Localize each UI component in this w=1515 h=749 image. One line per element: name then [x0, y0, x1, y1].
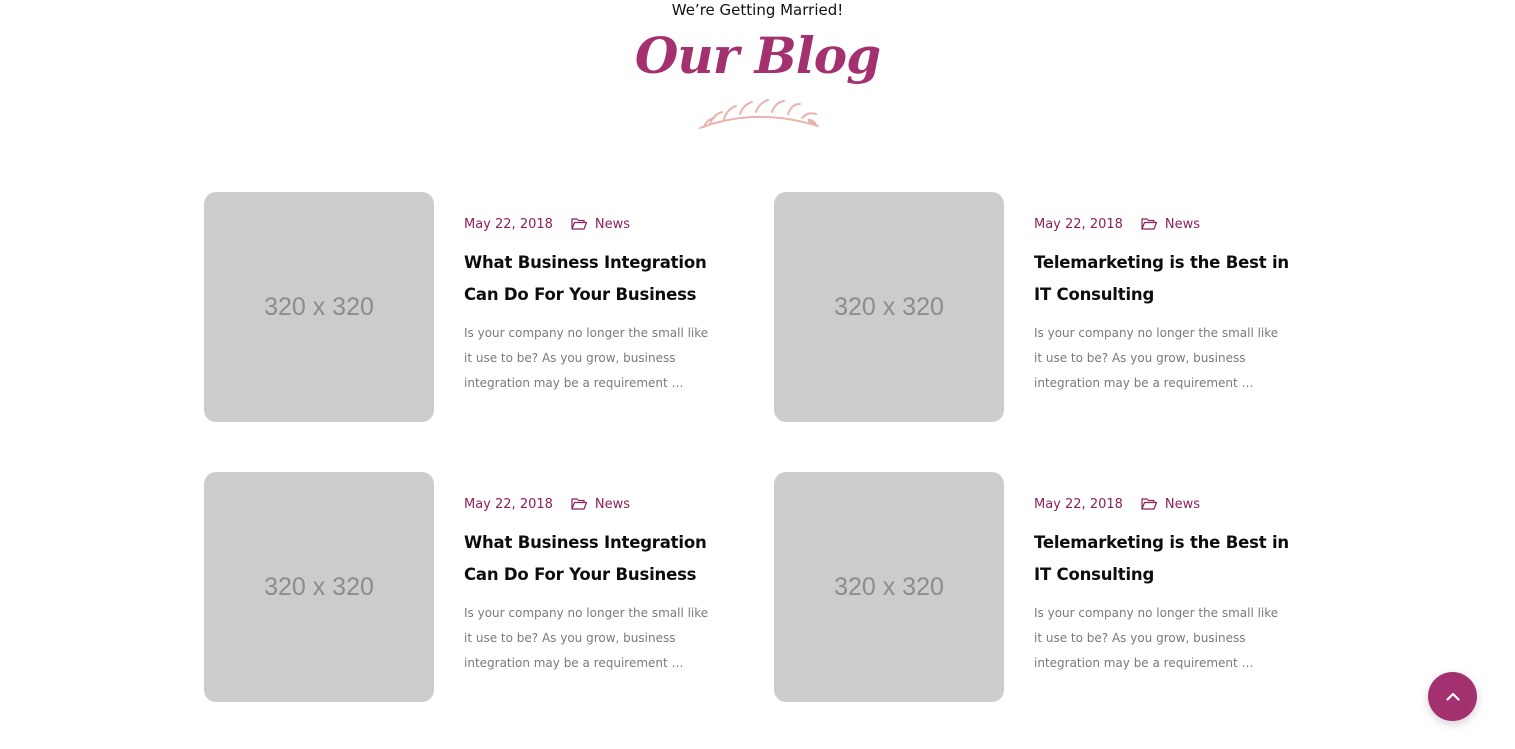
- post-excerpt: Is your company no longer the small like…: [464, 606, 709, 670]
- post-excerpt: Is your company no longer the small like…: [1034, 606, 1279, 670]
- blog-post-card: 320 x 320 May 22, 2018 News Telemarketin…: [774, 472, 1314, 704]
- post-thumbnail[interactable]: 320 x 320: [204, 192, 434, 422]
- post-thumbnail[interactable]: 320 x 320: [774, 192, 1004, 422]
- post-meta: May 22, 2018 News: [464, 494, 630, 514]
- post-meta: May 22, 2018 News: [1034, 214, 1200, 234]
- scroll-to-top-button[interactable]: [1428, 672, 1477, 721]
- folder-open-icon: [571, 218, 587, 230]
- post-date[interactable]: May 22, 2018: [464, 217, 553, 232]
- post-title-link[interactable]: Telemarketing is the Best in IT Consulti…: [1034, 247, 1294, 311]
- thumbnail-placeholder-label: 320 x 320: [834, 292, 944, 321]
- post-excerpt: Is your company no longer the small like…: [1034, 326, 1279, 390]
- folder-open-icon: [1141, 218, 1157, 230]
- post-title-link[interactable]: What Business Integration Can Do For You…: [464, 527, 724, 591]
- post-date[interactable]: May 22, 2018: [464, 497, 553, 512]
- post-meta: May 22, 2018 News: [464, 214, 630, 234]
- thumbnail-placeholder-label: 320 x 320: [834, 572, 944, 601]
- folder-open-icon: [1141, 498, 1157, 510]
- post-excerpt: Is your company no longer the small like…: [464, 326, 709, 390]
- section-subtitle: We’re Getting Married!: [671, 1, 844, 19]
- post-category-link[interactable]: News: [595, 497, 630, 512]
- post-date[interactable]: May 22, 2018: [1034, 217, 1123, 232]
- post-thumbnail[interactable]: 320 x 320: [774, 472, 1004, 702]
- leaf-branch-icon: [699, 99, 819, 129]
- section-title: Our Blog: [634, 26, 881, 85]
- post-meta: May 22, 2018 News: [1034, 494, 1200, 514]
- folder-open-icon: [571, 498, 587, 510]
- post-date[interactable]: May 22, 2018: [1034, 497, 1123, 512]
- post-category-link[interactable]: News: [595, 217, 630, 232]
- post-title-link[interactable]: Telemarketing is the Best in IT Consulti…: [1034, 527, 1294, 591]
- thumbnail-placeholder-label: 320 x 320: [264, 292, 374, 321]
- post-thumbnail[interactable]: 320 x 320: [204, 472, 434, 702]
- post-title-link[interactable]: What Business Integration Can Do For You…: [464, 247, 724, 311]
- blog-post-card: 320 x 320 May 22, 2018 News What Busines…: [204, 472, 744, 704]
- blog-post-card: 320 x 320 May 22, 2018 News What Busines…: [204, 192, 744, 424]
- chevron-up-icon: [1445, 692, 1460, 701]
- blog-section: We’re Getting Married! Our Blog 320 x 32…: [0, 0, 1515, 749]
- blog-post-card: 320 x 320 May 22, 2018 News Telemarketin…: [774, 192, 1314, 424]
- thumbnail-placeholder-label: 320 x 320: [264, 572, 374, 601]
- post-category-link[interactable]: News: [1165, 497, 1200, 512]
- post-category-link[interactable]: News: [1165, 217, 1200, 232]
